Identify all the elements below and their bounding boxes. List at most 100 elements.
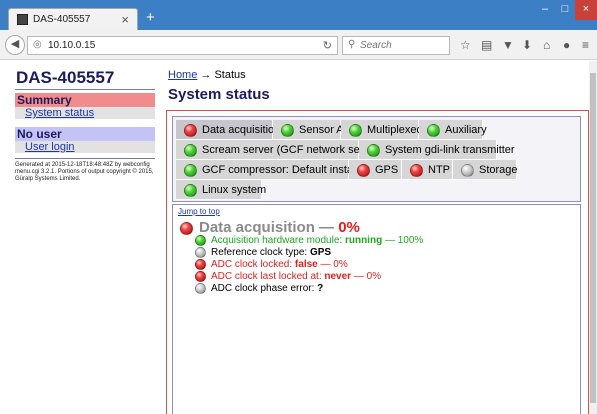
status-grey-icon <box>461 164 474 177</box>
section-title-dash: — <box>319 219 335 236</box>
maximize-button[interactable]: □ <box>555 0 575 20</box>
breadcrumb-current: Status <box>214 69 246 81</box>
sidebar: DAS-405557 Summary System status No user… <box>0 61 156 414</box>
browser-tab[interactable]: DAS-405557 × <box>8 8 138 30</box>
page-scrollbar[interactable] <box>589 61 597 414</box>
menu-icon[interactable]: ≡ <box>582 38 589 52</box>
status-suffix: — 0% <box>320 259 348 270</box>
status-label: ADC clock last locked at: <box>211 271 322 282</box>
sidebar-item-user-login[interactable]: User login <box>15 141 155 153</box>
tab-label: Data acquisition <box>202 124 281 136</box>
tab-gdi-link-transmitter[interactable]: System gdi-link transmitter <box>359 140 515 160</box>
new-tab-button[interactable]: + <box>146 9 155 26</box>
status-suffix: — 100% <box>384 235 424 246</box>
status-value: ? <box>317 283 324 294</box>
jump-to-top-link[interactable]: Jump to top <box>178 207 220 216</box>
url-text[interactable]: 10.10.0.15 <box>48 40 95 51</box>
status-detail-panel: Jump to top Data acquisition — 0% Acquis… <box>172 204 581 414</box>
url-bar[interactable]: ◎ 10.10.0.15 ↻ <box>27 36 338 55</box>
sidebar-item-system-status[interactable]: System status <box>15 107 155 119</box>
close-window-button[interactable]: × <box>575 0 597 20</box>
tab-linux-system[interactable]: Linux system <box>176 180 266 200</box>
status-label: ADC clock locked: <box>211 259 293 270</box>
status-line-hardware-module: Acquisition hardware module: running — 1… <box>195 235 424 247</box>
tab-sensor-a[interactable]: Sensor A <box>273 120 344 140</box>
reading-list-icon[interactable]: ▤ <box>481 38 492 52</box>
status-tabs: Data acquisition Sensor A Multiplexed Au… <box>172 116 581 202</box>
pocket-icon[interactable]: ▼ <box>502 38 514 52</box>
status-value: GPS <box>309 247 332 258</box>
status-line-adc-clock-locked: ADC clock locked: false — 0% <box>195 259 348 271</box>
reload-icon[interactable]: ↻ <box>323 39 332 52</box>
section-title-percent: 0% <box>338 219 360 236</box>
status-grey-icon <box>195 283 206 294</box>
sidebar-divider <box>15 89 155 90</box>
sidebar-footer: Generated at 2015-12-18T18:48:48Z by web… <box>15 162 154 182</box>
tab-label: NTP <box>428 164 450 176</box>
tab-label: Linux system <box>202 184 267 196</box>
search-input[interactable] <box>360 39 446 52</box>
breadcrumb: Home → Status <box>168 69 246 81</box>
favicon-icon <box>17 14 28 25</box>
browser-titlebar: DAS-405557 × + – □ × <box>0 0 597 30</box>
browser-navbar: ◀ ◎ 10.10.0.15 ↻ ⚲ ☆ ▤ ▼ ⬇ ⌂ ● ≡ <box>0 30 597 60</box>
status-red-icon <box>195 259 206 270</box>
tab-multiplexed[interactable]: Multiplexed <box>341 120 423 140</box>
scrollbar-thumb[interactable] <box>590 73 596 403</box>
tab-label: GPS <box>375 164 399 176</box>
status-grey-icon <box>195 247 206 258</box>
status-line-adc-last-locked: ADC clock last locked at: never — 0% <box>195 271 382 283</box>
status-suffix: — 0% <box>353 271 382 282</box>
breadcrumb-arrow: → <box>200 69 212 81</box>
tab-label: Multiplexed <box>367 124 423 136</box>
status-label: Acquisition hardware module: <box>211 235 343 246</box>
tab-data-acquisition[interactable]: Data acquisition <box>176 120 280 140</box>
star-icon[interactable]: ☆ <box>460 38 471 52</box>
status-green-icon <box>184 144 197 157</box>
minimize-button[interactable]: – <box>535 0 555 20</box>
status-value: never <box>324 271 352 282</box>
search-bar[interactable]: ⚲ <box>342 36 450 55</box>
status-green-icon <box>184 184 197 197</box>
tab-label: Storage <box>479 164 518 176</box>
tab-gcf-compressor[interactable]: GCF compressor: Default instance <box>176 160 371 180</box>
status-green-icon <box>184 164 197 177</box>
status-green-icon <box>195 235 206 246</box>
status-red-icon <box>184 124 197 137</box>
back-arrow-icon[interactable]: ◀ <box>5 35 25 55</box>
status-red-icon <box>195 271 206 282</box>
section-title-text: Data acquisition <box>199 219 315 236</box>
breadcrumb-home-link[interactable]: Home <box>168 69 197 81</box>
tab-ntp[interactable]: NTP <box>402 160 453 180</box>
sidebar-section-summary: Summary <box>15 93 155 107</box>
status-green-icon <box>427 124 440 137</box>
status-value: running <box>344 235 383 246</box>
tab-label: Sensor A <box>299 124 344 136</box>
status-green-icon <box>349 124 362 137</box>
home-icon[interactable]: ⌂ <box>543 38 550 52</box>
page-title: System status <box>168 86 270 103</box>
section-title: Data acquisition — 0% <box>199 219 360 236</box>
tab-auxiliary[interactable]: Auxiliary <box>419 120 487 140</box>
status-green-icon <box>367 144 380 157</box>
site-title: DAS-405557 <box>16 68 115 87</box>
tab-scream-server[interactable]: Scream server (GCF network sender) <box>176 140 385 160</box>
status-value: false <box>294 259 318 270</box>
status-line-adc-phase-error: ADC clock phase error: ? <box>195 283 324 295</box>
tab-close-button[interactable]: × <box>121 12 129 27</box>
status-green-icon <box>281 124 294 137</box>
tab-gps[interactable]: GPS <box>349 160 402 180</box>
tab-label: Scream server (GCF network sender) <box>202 144 386 156</box>
download-icon[interactable]: ⬇ <box>522 38 532 52</box>
tab-label: System gdi-link transmitter <box>385 144 515 156</box>
status-label: ADC clock phase error: <box>211 283 315 294</box>
status-label: Reference clock type: <box>211 247 308 258</box>
globe-icon: ◎ <box>33 39 42 50</box>
search-icon: ⚲ <box>348 39 356 50</box>
chat-icon[interactable]: ● <box>563 38 570 52</box>
sidebar-section-user: No user <box>15 127 155 141</box>
status-red-icon <box>357 164 370 177</box>
tab-storage[interactable]: Storage <box>453 160 518 180</box>
tab-label: GCF compressor: Default instance <box>202 164 371 176</box>
sidebar-divider <box>15 158 155 159</box>
